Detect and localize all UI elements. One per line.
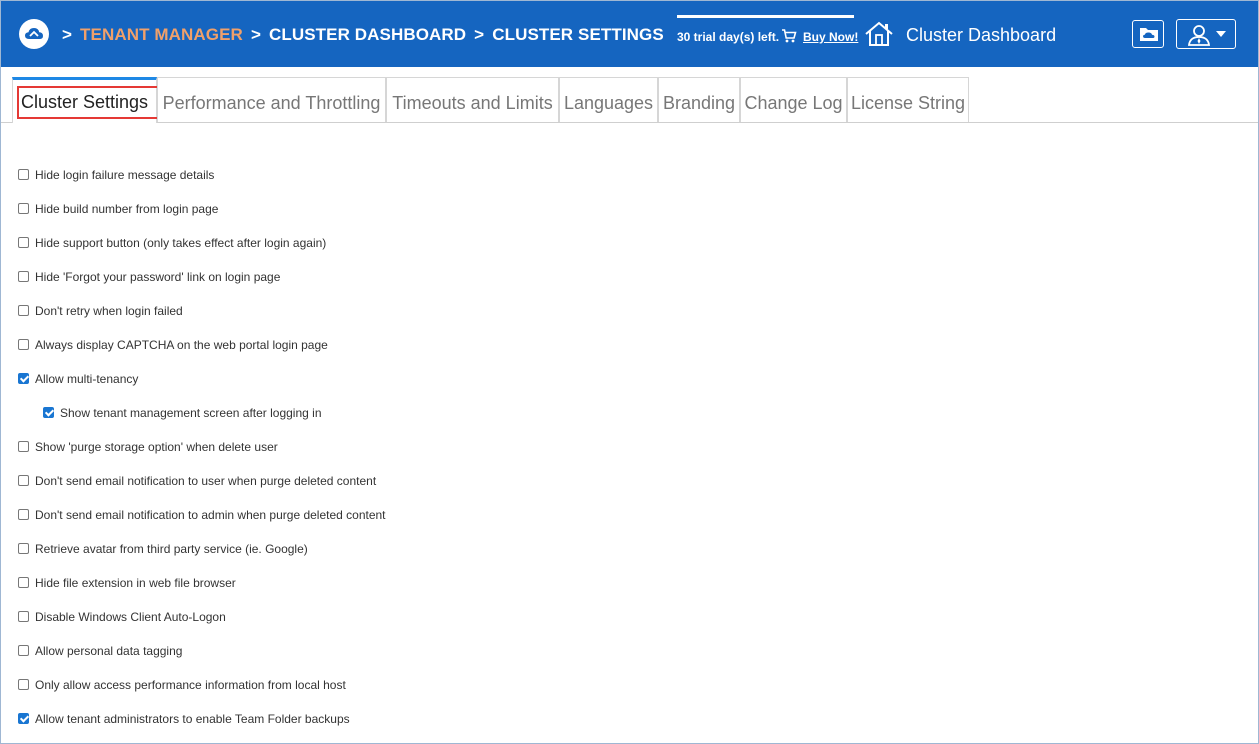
tab-timeouts-limits[interactable]: Timeouts and Limits	[386, 77, 559, 122]
setting-checkbox[interactable]	[18, 679, 29, 690]
breadcrumb-separator: >	[62, 25, 73, 44]
tab-license-string[interactable]: License String	[847, 77, 969, 122]
setting-checkbox[interactable]	[18, 543, 29, 554]
tab-label: Branding	[662, 93, 736, 113]
setting-label: Hide support button (only takes effect a…	[35, 236, 327, 250]
tab-cluster-settings[interactable]: Cluster Settings	[12, 77, 159, 123]
setting-checkbox[interactable]	[18, 271, 29, 282]
buy-now-link[interactable]: Buy Now!	[803, 30, 858, 44]
folder-button[interactable]	[1132, 20, 1164, 48]
breadcrumb-separator: >	[474, 25, 485, 44]
page-title: Cluster Dashboard	[906, 25, 1057, 45]
setting-label: Only allow access performance informatio…	[35, 678, 346, 692]
setting-label: Show 'purge storage option' when delete …	[35, 440, 278, 454]
setting-label: Hide build number from login page	[35, 202, 219, 216]
tab-branding[interactable]: Branding	[658, 77, 740, 122]
setting-label: Always display CAPTCHA on the web portal…	[35, 338, 328, 352]
tab-performance-throttling[interactable]: Performance and Throttling	[157, 77, 386, 122]
setting-checkbox[interactable]	[18, 237, 29, 248]
breadcrumb: > TENANT MANAGER > CLUSTER DASHBOARD > CLUSTE…	[62, 25, 672, 45]
setting-label: Hide 'Forgot your password' link on logi…	[35, 270, 281, 284]
app-window: > TENANT MANAGER > CLUSTER DASHBOARD > CLUSTE…	[0, 0, 1259, 744]
top-bar: > TENANT MANAGER > CLUSTER DASHBOARD > CLUSTE…	[1, 1, 1258, 67]
cloud-logo-icon[interactable]	[19, 19, 49, 49]
setting-checkbox[interactable]	[18, 339, 29, 350]
tab-change-log[interactable]: Change Log	[740, 77, 847, 122]
user-menu-button[interactable]	[1176, 19, 1236, 49]
tab-label: License String	[850, 93, 966, 113]
tab-bar-divider	[1, 122, 1258, 123]
tab-label: Performance and Throttling	[162, 93, 381, 113]
setting-label: Disable Windows Client Auto-Logon	[35, 610, 226, 624]
trial-progress-bar	[677, 15, 854, 18]
setting-checkbox[interactable]	[18, 577, 29, 588]
setting-checkbox[interactable]	[18, 645, 29, 656]
setting-checkbox[interactable]	[18, 441, 29, 452]
breadcrumb-cluster-dashboard[interactable]: CLUSTER DASHBOARD	[269, 25, 466, 44]
setting-label: Show tenant management screen after logg…	[60, 406, 322, 420]
tab-label: Languages	[563, 93, 654, 113]
folder-cloud-icon	[1140, 28, 1158, 41]
setting-label: Allow tenant administrators to enable Te…	[35, 712, 350, 726]
setting-checkbox-checked[interactable]	[43, 407, 54, 418]
setting-label: Allow multi-tenancy	[35, 372, 139, 386]
setting-checkbox[interactable]	[18, 509, 29, 520]
setting-label: Hide login failure message details	[35, 168, 215, 182]
tab-languages[interactable]: Languages	[559, 77, 658, 122]
setting-checkbox-checked[interactable]	[18, 373, 29, 384]
setting-checkbox[interactable]	[18, 169, 29, 180]
setting-label: Don't send email notification to user wh…	[35, 474, 377, 488]
setting-label: Don't send email notification to admin w…	[35, 508, 386, 522]
setting-checkbox-checked[interactable]	[18, 713, 29, 724]
setting-checkbox[interactable]	[18, 203, 29, 214]
house-icon	[863, 20, 895, 53]
tab-label: Timeouts and Limits	[392, 93, 553, 113]
breadcrumb-separator: >	[250, 25, 261, 44]
tab-label: Cluster Settings	[20, 92, 149, 112]
trial-days-text: 30 trial day(s) left.	[677, 30, 780, 44]
setting-checkbox[interactable]	[18, 611, 29, 622]
breadcrumb-cluster-settings: CLUSTER SETTINGS	[492, 25, 664, 44]
breadcrumb-tenant-manager[interactable]: TENANT MANAGER	[80, 25, 243, 44]
setting-label: Don't retry when login failed	[35, 304, 183, 318]
cart-icon[interactable]	[781, 28, 797, 49]
setting-label: Hide file extension in web file browser	[35, 576, 236, 590]
setting-checkbox[interactable]	[18, 305, 29, 316]
setting-label: Allow personal data tagging	[35, 644, 183, 658]
tab-label: Change Log	[744, 93, 843, 113]
caret-down-icon	[1216, 31, 1226, 37]
user-icon	[1187, 25, 1211, 46]
setting-checkbox[interactable]	[18, 475, 29, 486]
setting-label: Retrieve avatar from third party service…	[35, 542, 308, 556]
